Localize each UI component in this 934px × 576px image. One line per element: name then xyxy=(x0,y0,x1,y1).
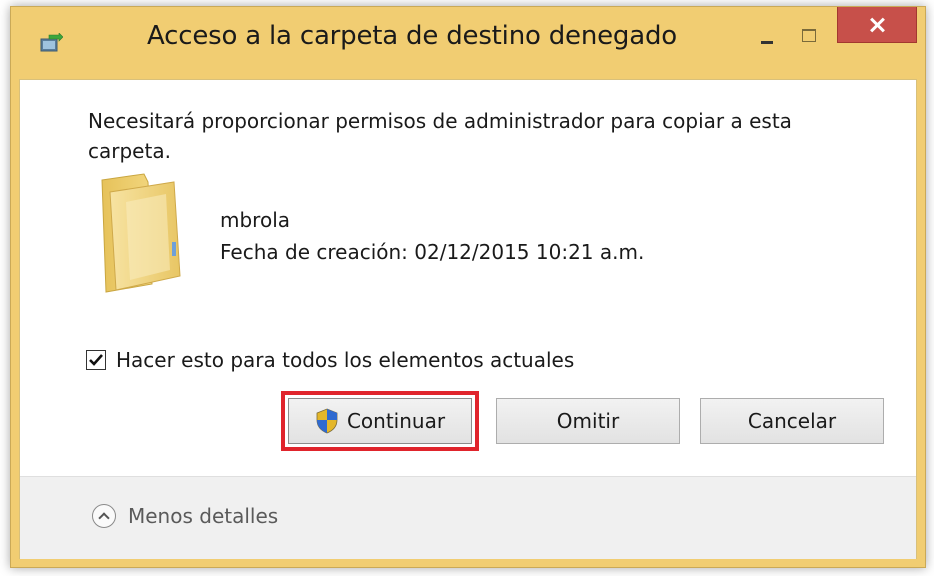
omit-label: Omitir xyxy=(556,409,620,433)
omit-button[interactable]: Omitir xyxy=(496,398,680,444)
checkmark-icon xyxy=(89,354,103,366)
continue-button[interactable]: Continuar xyxy=(281,391,479,451)
item-name: mbrola xyxy=(220,208,291,232)
minimize-button[interactable] xyxy=(749,23,783,61)
apply-all-label[interactable]: Hacer esto para todos los elementos actu… xyxy=(116,348,574,372)
uac-shield-icon xyxy=(316,408,338,434)
maximize-button[interactable] xyxy=(793,21,827,59)
item-created-date: Fecha de creación: 02/12/2015 10:21 a.m. xyxy=(220,240,645,264)
screen: Acceso a la carpeta de destino denegado … xyxy=(0,0,934,576)
details-footer: Menos detalles xyxy=(20,476,916,559)
permission-message: Necesitará proporcionar permisos de admi… xyxy=(88,109,792,163)
cancel-label: Cancelar xyxy=(747,409,837,433)
folder-icon xyxy=(101,173,181,293)
cancel-button[interactable]: Cancelar xyxy=(700,398,884,444)
window-title: Acceso a la carpeta de destino denegado xyxy=(147,21,677,51)
apply-all-row[interactable]: Hacer esto para todos los elementos actu… xyxy=(86,348,574,372)
continue-label: Continuar xyxy=(346,409,446,433)
copy-transfer-icon xyxy=(40,33,63,52)
title-bar[interactable]: Acceso a la carpeta de destino denegado xyxy=(11,7,925,79)
less-details-label[interactable]: Menos detalles xyxy=(128,504,278,528)
dialog-window: Acceso a la carpeta de destino denegado … xyxy=(10,6,926,568)
close-button[interactable] xyxy=(837,7,917,43)
less-details-toggle[interactable]: Menos detalles xyxy=(92,501,278,531)
apply-all-checkbox[interactable] xyxy=(86,350,106,370)
chevron-up-icon[interactable] xyxy=(92,504,116,528)
dialog-body: Necesitará proporcionar permisos de admi… xyxy=(19,79,917,559)
